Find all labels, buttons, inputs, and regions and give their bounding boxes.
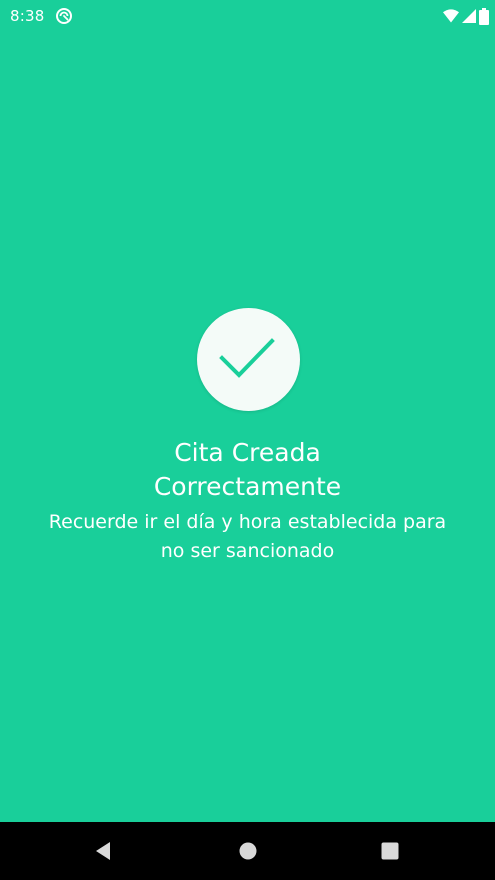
navigation-bar — [0, 822, 495, 880]
success-message-line2: no ser sancionado — [160, 540, 335, 562]
status-icons — [443, 6, 489, 26]
recents-icon — [381, 842, 399, 860]
success-screen: 8:38 Cita Creada Correctamente Recuerde … — [0, 0, 495, 822]
success-title-line2: Correctamente — [153, 472, 342, 501]
back-icon — [96, 842, 110, 860]
wifi-icon — [443, 9, 459, 23]
notification-app-icon — [55, 7, 73, 25]
success-message: Recuerde ir el día y hora establecida pa… — [0, 508, 495, 566]
success-title: Cita Creada Correctamente — [0, 436, 495, 504]
nav-recents-button[interactable] — [360, 822, 420, 880]
battery-icon — [479, 7, 489, 25]
home-icon — [239, 842, 257, 860]
nav-home-button[interactable] — [218, 822, 278, 880]
signal-icon — [462, 9, 476, 23]
checkmark-icon — [219, 338, 275, 378]
success-badge — [197, 308, 300, 411]
status-time: 8:38 — [10, 7, 45, 25]
nav-back-button[interactable] — [73, 822, 133, 880]
status-bar: 8:38 — [0, 0, 495, 32]
success-message-line1: Recuerde ir el día y hora establecida pa… — [48, 511, 447, 533]
success-title-line1: Cita Creada — [174, 438, 321, 467]
